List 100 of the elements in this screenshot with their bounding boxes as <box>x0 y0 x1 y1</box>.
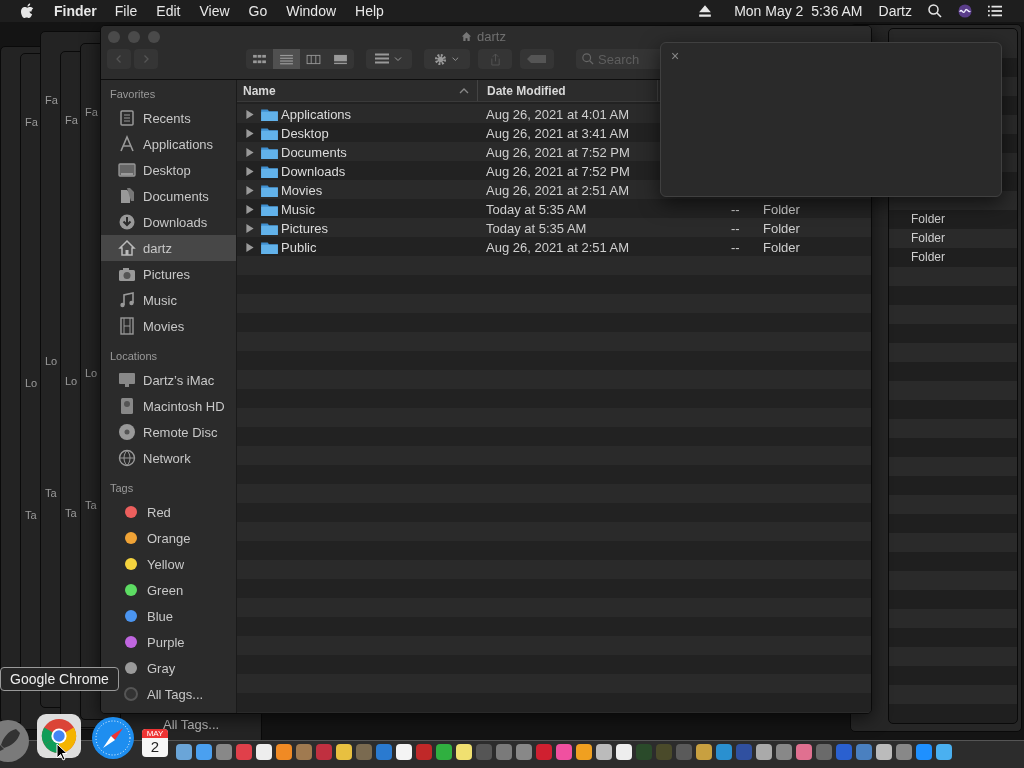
file-name[interactable]: Music <box>281 202 315 217</box>
app-icon[interactable] <box>256 744 272 760</box>
app-icon[interactable] <box>536 744 552 760</box>
apple-icon[interactable] <box>20 3 34 19</box>
sidebar-item[interactable]: Yellow <box>122 551 236 577</box>
app-icon[interactable] <box>316 744 332 760</box>
app-icon[interactable] <box>396 744 412 760</box>
user-name[interactable]: Dartz <box>878 3 912 19</box>
file-name[interactable]: Desktop <box>281 126 329 141</box>
list-icon[interactable] <box>988 4 1002 18</box>
app-icon[interactable] <box>616 744 632 760</box>
app-icon[interactable] <box>276 744 292 760</box>
app-icon[interactable] <box>436 744 452 760</box>
clock[interactable]: Mon May 2 5:36 AM <box>734 3 863 19</box>
app-icon[interactable] <box>196 744 212 760</box>
disclosure-icon[interactable] <box>246 224 254 233</box>
menu-item[interactable]: File <box>114 3 138 19</box>
close-button[interactable]: × <box>669 48 682 64</box>
sidebar-item[interactable]: Documents <box>101 183 236 209</box>
view-mode-button[interactable] <box>273 49 300 69</box>
menu-item[interactable]: Help <box>355 3 384 19</box>
app-icon[interactable] <box>916 744 932 760</box>
app-icon[interactable] <box>776 744 792 760</box>
app-icon[interactable] <box>356 744 372 760</box>
app-icon[interactable] <box>856 744 872 760</box>
sidebar-item[interactable]: Recents <box>101 105 236 131</box>
file-name[interactable]: Downloads <box>281 164 346 179</box>
sidebar-item[interactable]: Music <box>101 287 236 313</box>
sort-icon <box>459 87 469 94</box>
sidebar-heading: Fa <box>65 114 78 126</box>
sidebar-item[interactable]: All Tags... <box>122 681 236 707</box>
app-icon[interactable] <box>496 744 512 760</box>
app-icon[interactable] <box>236 744 252 760</box>
disclosure-icon[interactable] <box>246 205 254 214</box>
app-icon[interactable] <box>456 744 472 760</box>
app-menu[interactable]: Finder <box>54 3 97 19</box>
sidebar-item[interactable]: Green <box>122 577 236 603</box>
sidebar-item[interactable]: Downloads <box>101 209 236 235</box>
file-name[interactable]: Applications <box>281 107 352 122</box>
sidebar-item[interactable]: Pictures <box>101 261 236 287</box>
compass-icon[interactable] <box>91 716 135 760</box>
sidebar-item[interactable]: Red <box>122 499 236 525</box>
app-icon[interactable] <box>696 744 712 760</box>
sidebar-item[interactable]: Dartz’s iMac <box>101 367 236 393</box>
group-button[interactable] <box>366 49 412 69</box>
sidebar-item[interactable]: Remote Disc <box>101 419 236 445</box>
app-icon[interactable] <box>596 744 612 760</box>
app-icon[interactable] <box>176 744 192 760</box>
sidebar-item[interactable]: Macintosh HD <box>101 393 236 419</box>
app-icon[interactable] <box>816 744 832 760</box>
app-icon[interactable] <box>416 744 432 760</box>
app-icon[interactable] <box>376 744 392 760</box>
sidebar-item[interactable]: Orange <box>122 525 236 551</box>
disclosure-icon[interactable] <box>246 129 254 138</box>
disclosure-icon[interactable] <box>246 148 254 157</box>
disclosure-icon[interactable] <box>246 110 254 119</box>
menu-item[interactable]: Go <box>248 3 268 19</box>
action-button[interactable] <box>424 49 470 69</box>
sidebar-item[interactable]: Desktop <box>101 157 236 183</box>
eject-icon[interactable] <box>698 4 713 18</box>
app-icon[interactable] <box>576 744 592 760</box>
app-icon[interactable] <box>896 744 912 760</box>
file-name[interactable]: Public <box>281 240 317 255</box>
file-name[interactable]: Documents <box>281 145 347 160</box>
sidebar-item[interactable]: Applications <box>101 131 236 157</box>
sidebar-item[interactable]: dartz <box>101 235 236 261</box>
app-icon[interactable] <box>796 744 812 760</box>
app-icon[interactable] <box>296 744 312 760</box>
menu-item[interactable]: Window <box>286 3 337 19</box>
file-name[interactable]: Pictures <box>281 221 328 236</box>
menu-item[interactable]: Edit <box>156 3 181 19</box>
sidebar-item[interactable]: Gray <box>122 655 236 681</box>
column-header[interactable]: Date Modified <box>478 80 658 101</box>
column-header[interactable]: Name <box>237 80 478 101</box>
sidebar-item[interactable]: Purple <box>122 629 236 655</box>
app-icon[interactable] <box>756 744 772 760</box>
sidebar-item[interactable]: All Tags... <box>163 717 220 732</box>
app-icon[interactable] <box>716 744 732 760</box>
table-cell-text: Aug 26, 2021 at 2:51 AM <box>485 183 631 198</box>
search-icon[interactable] <box>928 4 942 18</box>
file-name[interactable]: Movies <box>281 183 323 198</box>
disclosure-icon[interactable] <box>246 167 254 176</box>
sidebar-item[interactable]: Network <box>101 445 236 471</box>
app-icon[interactable] <box>216 744 232 760</box>
disclosure-icon[interactable] <box>246 186 254 195</box>
table-cell-text: Aug 26, 2021 at 7:52 PM <box>485 145 631 160</box>
folder-icon <box>261 184 278 197</box>
sidebar-item[interactable]: Blue <box>122 603 236 629</box>
app-icon[interactable] <box>876 744 892 760</box>
app-icon[interactable] <box>516 744 532 760</box>
siri-icon[interactable] <box>958 4 972 18</box>
app-icon[interactable] <box>936 744 952 760</box>
tag-button[interactable] <box>520 49 554 69</box>
calendar-icon[interactable]: MAY 2 <box>142 729 168 757</box>
browser-icon[interactable] <box>37 714 81 758</box>
menu-item[interactable]: View <box>199 3 230 19</box>
app-icon[interactable] <box>336 744 352 760</box>
disclosure-icon[interactable] <box>246 243 254 252</box>
sidebar-item[interactable]: Movies <box>101 313 236 339</box>
app-icon[interactable] <box>556 744 572 760</box>
